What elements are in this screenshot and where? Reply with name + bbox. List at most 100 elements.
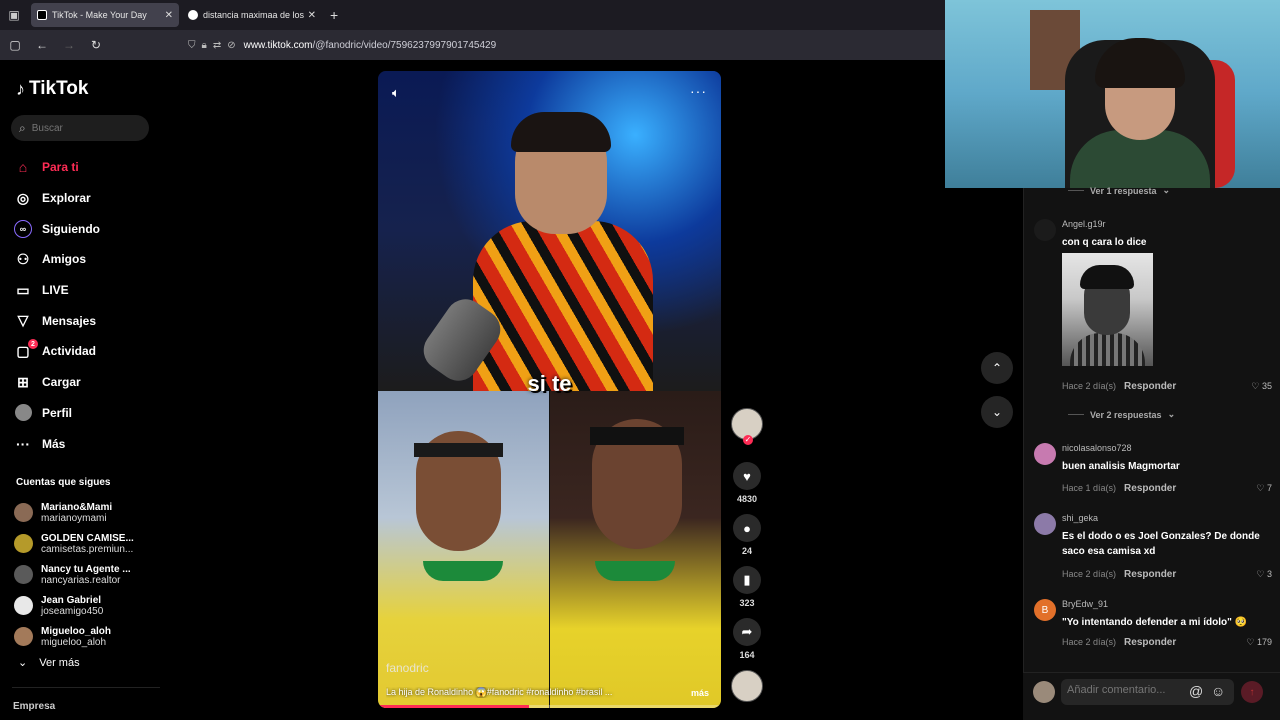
comment-user[interactable]: nicolasalonso728 (1062, 443, 1132, 453)
following-item[interactable]: Jean Gabriel joseamigo450 (14, 590, 134, 621)
heart-outline-icon: ♡ (1246, 637, 1255, 647)
description-more-button[interactable]: más (691, 688, 709, 698)
headband-shape (590, 427, 684, 445)
save-button[interactable]: ▮ (733, 566, 761, 594)
follow-plus-icon[interactable]: ✓ (743, 435, 753, 445)
mention-icon[interactable]: @ (1189, 683, 1203, 699)
share-button[interactable]: ➦ (733, 618, 761, 646)
sidebar-toggle-icon[interactable]: ▢ (3, 33, 27, 57)
creator-avatar[interactable]: ✓ (731, 408, 763, 445)
like-button[interactable]: ♥ (733, 462, 761, 490)
sidebar-item-live[interactable]: ▭ LIVE (14, 275, 100, 306)
search-input[interactable] (31, 122, 132, 134)
close-tab-icon[interactable]: ✕ (308, 10, 316, 21)
comment-like-count: 3 (1266, 569, 1272, 579)
video-host-figure (473, 112, 653, 391)
previous-video-button[interactable]: ⌃ (981, 352, 1013, 384)
lock-icon[interactable]: 🔒︎ (202, 40, 207, 51)
heart-outline-icon: ♡ (1256, 569, 1265, 579)
sidebar-item-para-ti[interactable]: ⌂ Para ti (14, 152, 100, 183)
comment-meta: Hace 2 día(s) Responder (1062, 637, 1176, 648)
shield-icon[interactable]: ⛉ (188, 40, 196, 51)
chevron-down-icon: ⌄ (1167, 409, 1176, 419)
view-replies-label: Ver 2 respuestas (1090, 409, 1162, 420)
company-link[interactable]: Empresa (13, 701, 55, 712)
sidebar-item-amigos[interactable]: ⚇ Amigos (14, 244, 100, 275)
reload-icon[interactable]: ↻ (84, 33, 108, 57)
tab-google[interactable]: distancia maximaa de los misile ✕ (182, 3, 322, 27)
comment-photo[interactable] (1062, 253, 1153, 366)
close-tab-icon[interactable]: ✕ (165, 10, 173, 21)
permissions-icon[interactable]: ⇄ (213, 40, 221, 51)
sidebar-item-perfil[interactable]: Perfil (14, 398, 100, 429)
sidebar-item-actividad[interactable]: ▢ 2 Actividad (14, 336, 100, 367)
avatar (14, 596, 33, 615)
sidebar-item-explorar[interactable]: ◎ Explorar (14, 183, 100, 214)
see-more-button[interactable]: ⌄ Ver más (18, 656, 80, 670)
reply-button[interactable]: Responder (1124, 483, 1176, 494)
more-options-icon[interactable]: ··· (690, 83, 707, 99)
reply-button[interactable]: Responder (1124, 569, 1176, 580)
comment-composer: @ ☺ ↑ (1023, 672, 1280, 720)
new-tab-icon[interactable]: + (330, 7, 338, 23)
comment-like-button[interactable]: ♡ 7 (1256, 483, 1272, 494)
comment-time: Hace 1 día(s) (1062, 483, 1117, 493)
comment-icon: ● (743, 520, 751, 536)
next-video-button[interactable]: ⌄ (981, 396, 1013, 428)
avatar (14, 404, 32, 422)
reply-button[interactable]: Responder (1124, 381, 1176, 392)
divider (1068, 414, 1084, 415)
account-handle: marianoymami (41, 512, 107, 524)
comment-like-button[interactable]: ♡ 179 (1246, 637, 1272, 648)
sidebar-item-mas[interactable]: ··· Más (14, 428, 100, 459)
comment-like-button[interactable]: ♡ 3 (1256, 569, 1272, 580)
comment-user[interactable]: BryEdw_91 (1062, 599, 1108, 609)
view-replies-toggle[interactable]: Ver 1 respuesta ⌄ (1068, 185, 1170, 196)
no-tracking-icon[interactable]: ⊘ (227, 40, 235, 51)
comment-like-button[interactable]: ♡ 35 (1251, 381, 1272, 392)
search-box[interactable]: ⌕ (11, 115, 149, 141)
comment-input-box[interactable]: @ ☺ (1061, 679, 1234, 705)
emoji-icon[interactable]: ☺ (1211, 683, 1225, 699)
url-host: www.tiktok.com (243, 39, 313, 51)
headband-shape (414, 443, 503, 457)
music-disc-avatar[interactable] (731, 670, 763, 702)
browser-nav-bar: ▢ ← → ↻ ⛉ 🔒︎ ⇄ ⊘ www.tiktok.com/@fanodri… (0, 30, 945, 60)
view-replies-toggle[interactable]: Ver 2 respuestas ⌄ (1068, 409, 1175, 420)
volume-icon[interactable]: 🔈︎ (392, 85, 400, 101)
video-player[interactable]: si te 🔈︎ ··· fanodric La hija de Ronaldi… (378, 71, 721, 708)
sidebar-item-siguiendo[interactable]: ∞ Siguiendo (14, 213, 100, 244)
avatar[interactable] (1034, 513, 1056, 535)
tab-tiktok[interactable]: TikTok - Make Your Day ✕ (31, 3, 179, 27)
tab-list-icon[interactable]: ▣ (0, 0, 28, 30)
avatar[interactable]: B (1034, 599, 1056, 621)
comment-input[interactable] (1067, 684, 1187, 696)
comment-user[interactable]: Angel.g19r (1062, 219, 1106, 229)
video-progress-bar[interactable] (378, 705, 721, 708)
share-icon: ➦ (741, 624, 753, 639)
avatar[interactable] (1034, 443, 1056, 465)
following-item[interactable]: GOLDEN CAMISE... camisetas.premiun... (14, 528, 134, 559)
avatar (14, 565, 33, 584)
sidebar-item-cargar[interactable]: ⊞ Cargar (14, 367, 100, 398)
url-security-icons: ⛉ 🔒︎ ⇄ ⊘ (188, 40, 236, 51)
forward-icon[interactable]: → (57, 33, 81, 57)
reply-button[interactable]: Responder (1124, 637, 1176, 648)
arrow-up-icon: ↑ (1249, 686, 1255, 698)
host-shirt (473, 221, 653, 391)
video-author[interactable]: fanodric (386, 661, 429, 675)
url-bar[interactable]: www.tiktok.com/@fanodric/video/759623799… (244, 40, 497, 51)
avatar[interactable] (1034, 219, 1056, 241)
video-description: La hija de Ronaldinho 😱#fanodric #ronald… (386, 687, 613, 697)
following-item[interactable]: Mariano&Mami marianoymami (14, 497, 134, 528)
following-item[interactable]: Migueloo_aloh migueloo_aloh (14, 621, 134, 652)
chevron-up-icon: ⌃ (991, 361, 1003, 375)
tiktok-logo[interactable]: ♪ TikTok (16, 78, 88, 100)
back-icon[interactable]: ← (30, 33, 54, 57)
comment-user[interactable]: shi_geka (1062, 513, 1098, 523)
send-comment-button[interactable]: ↑ (1241, 681, 1263, 703)
comment-button[interactable]: ● (733, 514, 761, 542)
messages-icon: ▽ (17, 312, 29, 329)
following-item[interactable]: Nancy tu Agente ... nancyarias.realtor (14, 559, 134, 590)
sidebar-item-mensajes[interactable]: ▽ Mensajes (14, 305, 100, 336)
